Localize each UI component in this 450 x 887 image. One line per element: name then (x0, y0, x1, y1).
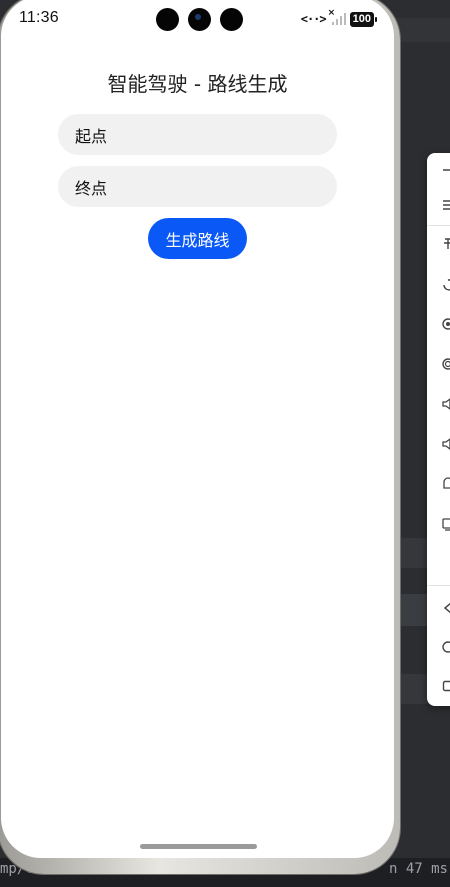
start-point-input[interactable]: 起点 (58, 114, 337, 155)
page-title: 智能驾驶 - 路线生成 (107, 72, 288, 96)
camera-lens-icon (188, 8, 211, 31)
ide-console-timing: n 47 ms (388, 861, 448, 877)
recent-icon[interactable] (441, 679, 450, 693)
fold-icon[interactable] (441, 477, 450, 491)
emulator-side-toolbar (427, 153, 450, 706)
rotate-icon[interactable] (441, 277, 450, 291)
phone-frame: 11:36 <··> × 100 智能驾驶 - 路线生成 起点 终点 生成路线 (0, 0, 400, 874)
generate-route-button[interactable]: 生成路线 (148, 218, 247, 259)
phone-screen: 11:36 <··> × 100 智能驾驶 - 路线生成 起点 终点 生成路线 (1, 0, 394, 858)
location-icon[interactable] (441, 317, 450, 331)
status-time: 11:36 (19, 9, 59, 26)
status-icons: <··> × 100 (300, 8, 378, 28)
menu-icon[interactable] (441, 198, 450, 212)
toolbar-divider (427, 225, 450, 226)
volume-down-icon[interactable] (441, 437, 450, 451)
network-activity-icon: <··> (300, 12, 327, 26)
screen-icon[interactable] (441, 517, 450, 531)
minus-icon[interactable] (441, 163, 450, 177)
camera-cutout (220, 8, 243, 31)
camera-icon[interactable] (441, 357, 450, 371)
end-point-input[interactable]: 终点 (58, 166, 337, 207)
home-icon[interactable] (441, 640, 450, 654)
toolbar-divider (427, 585, 450, 586)
emulator-stage: mp/c n 47 ms 11:36 <··> × 100 智能驾驶 - 路线生… (0, 0, 450, 887)
battery-icon: 100 (349, 11, 378, 27)
camera-cutout (156, 8, 179, 31)
signal-icon: × (328, 8, 346, 25)
home-indicator[interactable] (140, 844, 257, 849)
back-icon[interactable] (441, 601, 450, 615)
volume-up-icon[interactable] (441, 397, 450, 411)
pin-icon[interactable] (441, 237, 450, 251)
